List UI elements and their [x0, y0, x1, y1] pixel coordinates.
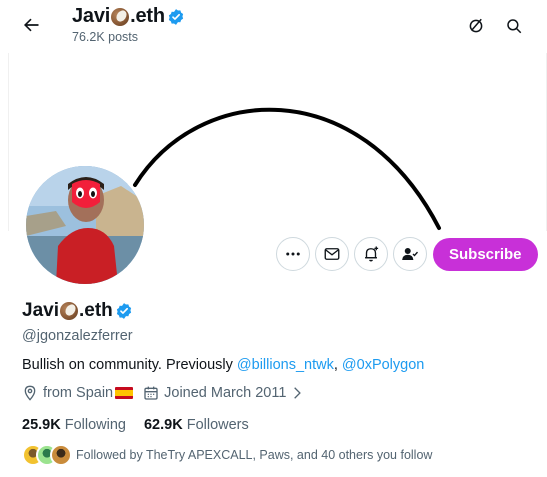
profile-actions: Subscribe [276, 237, 538, 271]
person-check-icon [402, 248, 419, 260]
hide-repost-button[interactable] [460, 10, 492, 42]
profile-name-prefix: Javi [22, 300, 59, 321]
follow-stats: 25.9K Following 62.9K Followers [22, 417, 267, 433]
hide-repost-icon [469, 18, 483, 33]
bio-separator: , [333, 357, 342, 373]
avatar[interactable] [23, 163, 147, 287]
spain-flag-icon [115, 387, 134, 399]
header-name-suffix: .eth [130, 5, 165, 27]
following-button[interactable] [393, 237, 427, 271]
back-button[interactable] [14, 8, 48, 42]
chevron-right-icon [294, 387, 302, 399]
location-pin-icon [24, 385, 36, 401]
coconut-emoji-icon [111, 7, 130, 26]
message-button[interactable] [315, 237, 349, 271]
following-label: Following [64, 417, 126, 433]
followed-by-text: Followed by TheTry APEXCALL, Paws, and 4… [76, 448, 433, 462]
bio-text: Bullish on community. Previously [22, 357, 237, 373]
verified-badge-icon [167, 8, 185, 26]
arrow-left-icon [24, 18, 39, 32]
profile-bio: Bullish on community. Previously @billio… [22, 357, 424, 373]
profile-name: Javi .eth [22, 300, 133, 322]
joined-text: Joined March 2011 [164, 385, 287, 401]
follower-avatar [50, 444, 72, 466]
verified-badge-icon[interactable] [115, 302, 133, 320]
location-item: from Spain [22, 385, 134, 401]
more-button[interactable] [276, 237, 310, 271]
bio-mention-billions[interactable]: @billions_ntwk [237, 357, 334, 373]
profile-handle: @jgonzalezferrer [22, 328, 133, 344]
search-icon [507, 19, 522, 34]
header-title: Javi .eth [72, 5, 185, 28]
followers-count: 62.9K [143, 417, 183, 433]
followers-link[interactable]: 62.9K Followers [144, 417, 249, 433]
envelope-icon [324, 248, 340, 260]
profile-meta: from Spain Joined March 2011 [22, 385, 319, 401]
profile-name-suffix: .eth [78, 300, 113, 321]
posts-count: 76.2K posts [72, 30, 139, 44]
following-count: 25.9K [22, 417, 61, 433]
search-button[interactable] [498, 10, 530, 42]
joined-item[interactable]: Joined March 2011 [143, 385, 309, 401]
followed-by-row[interactable]: Followed by TheTry APEXCALL, Paws, and 4… [22, 444, 432, 466]
follower-avatars [22, 444, 72, 466]
header-name-prefix: Javi [72, 5, 111, 27]
following-link[interactable]: 25.9K Following [22, 417, 126, 433]
bio-mention-polygon[interactable]: @0xPolygon [342, 357, 424, 373]
coconut-emoji-icon [59, 302, 78, 320]
avatar-photo [26, 166, 144, 284]
location-text: from Spain [43, 385, 114, 401]
followers-label: Followers [186, 417, 249, 433]
more-icon [286, 252, 300, 256]
notifications-button[interactable] [354, 237, 388, 271]
calendar-icon [144, 386, 158, 400]
bell-plus-icon [365, 246, 379, 262]
subscribe-button[interactable]: Subscribe [433, 237, 538, 271]
profile-header: Javi .eth 76.2K posts [0, 0, 547, 53]
